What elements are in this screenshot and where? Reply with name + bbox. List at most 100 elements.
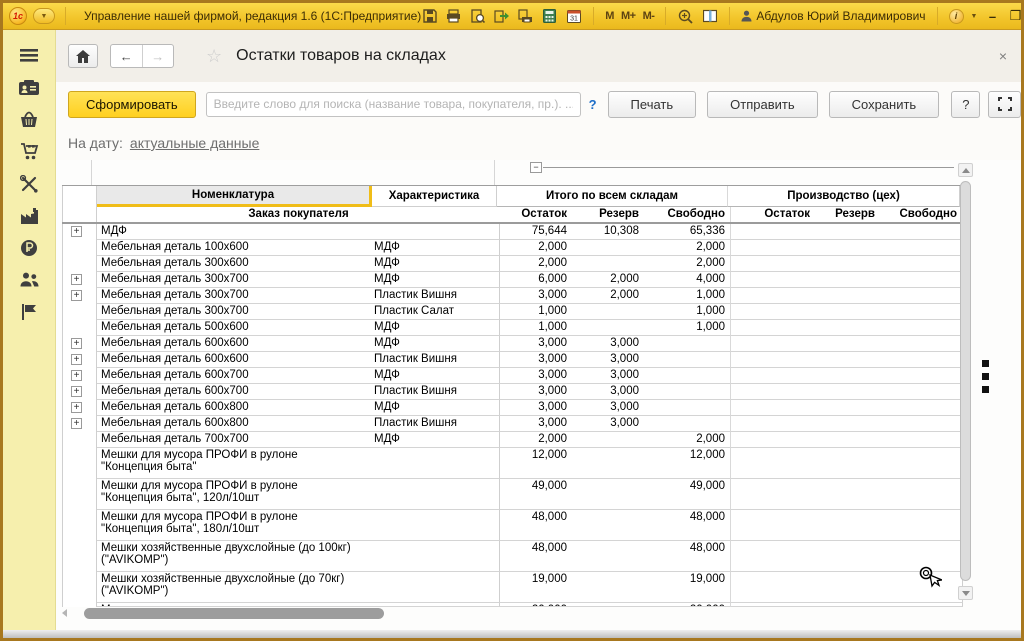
- table-row[interactable]: +Мебельная деталь 300х700Пластик Вишня3,…: [62, 288, 963, 304]
- works-tools-icon[interactable]: [19, 174, 39, 193]
- vertical-scrollbar[interactable]: [958, 163, 973, 600]
- purchases-cart-icon[interactable]: [19, 142, 39, 161]
- scroll-down-arrow[interactable]: [958, 586, 973, 600]
- search-help-link[interactable]: ?: [589, 97, 597, 112]
- table-row[interactable]: Мебельная деталь 300х700Пластик Салат1,0…: [62, 304, 963, 320]
- subheader-reserve[interactable]: Резерв: [572, 207, 644, 222]
- table-row[interactable]: Мебельная деталь 500х600МДФ1,0001,000: [62, 320, 963, 336]
- home-button[interactable]: [68, 44, 98, 68]
- table-row[interactable]: Мешки для мусора ПРОФИ в рулоне"Концепци…: [62, 510, 963, 541]
- search-input[interactable]: [206, 92, 581, 117]
- expand-plus-button[interactable]: +: [71, 402, 82, 413]
- column-group-production[interactable]: Производство (цех): [728, 186, 960, 207]
- row-header-cell: [62, 186, 97, 207]
- calculator-icon[interactable]: [541, 8, 558, 24]
- memory-m-minus-button[interactable]: M-: [643, 10, 655, 22]
- value-cell: 3,000: [500, 336, 572, 352]
- scroll-left-arrow[interactable]: [62, 609, 67, 617]
- maximize-button[interactable]: ❒: [1007, 8, 1023, 24]
- expand-plus-button[interactable]: +: [71, 354, 82, 365]
- memory-m-button[interactable]: M: [605, 10, 614, 22]
- send-button[interactable]: Отправить: [707, 91, 817, 118]
- table-row[interactable]: +МДФ1830х275075,64410,30865,336: [62, 224, 963, 240]
- date-filter-link[interactable]: актуальные данные: [130, 135, 259, 151]
- table-row[interactable]: Мешки для мусора ПРОФИ в рулоне"Концепци…: [62, 448, 963, 479]
- memory-m-plus-button[interactable]: M+: [621, 10, 636, 22]
- row-header-cell: [62, 320, 97, 336]
- value-cell: 3,000: [500, 352, 572, 368]
- calendar-icon[interactable]: 31: [565, 8, 582, 24]
- column-header-characteristic[interactable]: Характеристика: [372, 186, 497, 207]
- vertical-scroll-thumb[interactable]: [960, 181, 971, 581]
- form-close-icon[interactable]: ×: [999, 48, 1007, 64]
- company-flag-icon[interactable]: [19, 302, 39, 321]
- sales-basket-icon[interactable]: [19, 110, 39, 129]
- favorite-star-icon[interactable]: ☆: [206, 46, 222, 67]
- info-icon[interactable]: i: [949, 9, 964, 24]
- subheader-stock[interactable]: Остаток: [731, 207, 815, 222]
- expand-plus-button[interactable]: +: [71, 370, 82, 381]
- table-row[interactable]: +Мебельная деталь 600х800МДФ3,0003,000: [62, 400, 963, 416]
- expand-plus-button[interactable]: +: [71, 418, 82, 429]
- save-icon[interactable]: [421, 8, 438, 24]
- table-row[interactable]: +Мебельная деталь 300х700МДФ6,0002,0004,…: [62, 272, 963, 288]
- subheader-free[interactable]: Свободно: [644, 207, 731, 222]
- table-row[interactable]: Мешки для мусора ПРОФИ в рулоне"Концепци…: [62, 479, 963, 510]
- table-row[interactable]: Мебельная деталь 700х700МДФ2,0002,000: [62, 432, 963, 448]
- split-view-icon[interactable]: [701, 8, 718, 24]
- fullscreen-button[interactable]: [988, 91, 1021, 118]
- characteristic-cell: МДФ: [372, 336, 500, 352]
- info-caret-icon[interactable]: ▼: [971, 13, 978, 20]
- save-button[interactable]: Сохранить: [829, 91, 940, 118]
- expand-plus-button[interactable]: +: [71, 274, 82, 285]
- column-group-total-warehouses[interactable]: Итого по всем складам: [497, 186, 728, 207]
- column-group-collapse-button[interactable]: −: [530, 162, 542, 173]
- money-ruble-icon[interactable]: [19, 238, 39, 257]
- subheader-free[interactable]: Свободно: [880, 207, 963, 222]
- subheader-reserve[interactable]: Резерв: [815, 207, 880, 222]
- zoom-icon[interactable]: [677, 8, 694, 24]
- export-icon[interactable]: [493, 8, 510, 24]
- table-row[interactable]: Мебельная деталь 100х600МДФ2,0002,000: [62, 240, 963, 256]
- column-header-nomenclature[interactable]: Номенклатура: [97, 186, 372, 207]
- table-row[interactable]: +Мебельная деталь 600х600МДФ3,0003,000: [62, 336, 963, 352]
- production-factory-icon[interactable]: [19, 206, 39, 225]
- contacts-card-icon[interactable]: [19, 78, 39, 97]
- column-header-customer-order[interactable]: Заказ покупателя: [97, 207, 500, 222]
- table-row[interactable]: +Мебельная деталь 600х700Пластик Вишня3,…: [62, 384, 963, 400]
- subheader-stock[interactable]: Остаток: [500, 207, 572, 222]
- table-row[interactable]: Мебельная деталь 300х600МДФ2,0002,000: [62, 256, 963, 272]
- value-cell: [731, 510, 815, 541]
- current-user[interactable]: Абдулов Юрий Владимирович: [741, 9, 925, 23]
- personnel-people-icon[interactable]: [19, 270, 39, 289]
- minimize-button[interactable]: –: [984, 9, 1000, 24]
- print-icon[interactable]: [445, 8, 462, 24]
- scroll-up-arrow[interactable]: [958, 163, 973, 177]
- expand-plus-button[interactable]: +: [71, 290, 82, 301]
- print-preview-icon[interactable]: [469, 8, 486, 24]
- sidebar: [3, 30, 56, 630]
- row-header-cell: [62, 479, 97, 510]
- table-row[interactable]: +Мебельная деталь 600х600Пластик Вишня3,…: [62, 352, 963, 368]
- horizontal-scroll-thumb[interactable]: [84, 608, 384, 619]
- toolbar: Сформировать ? Печать Отправить Сохранит…: [56, 82, 1021, 126]
- characteristic-cell: МДФ: [372, 240, 500, 256]
- expand-plus-button[interactable]: +: [71, 386, 82, 397]
- main-menu-dropdown[interactable]: ▼: [33, 8, 55, 24]
- table-row[interactable]: +Мебельная деталь 600х700МДФ3,0003,000: [62, 368, 963, 384]
- help-button[interactable]: ?: [951, 91, 980, 118]
- expand-plus-button[interactable]: +: [71, 226, 82, 237]
- value-cell: [644, 416, 731, 432]
- splitter-handle[interactable]: [982, 360, 990, 399]
- menu-icon[interactable]: [19, 46, 39, 65]
- send-file-icon[interactable]: [517, 8, 534, 24]
- expand-plus-button[interactable]: +: [71, 338, 82, 349]
- table-row[interactable]: Мешки хозяйственные двухслойные (до 70кг…: [62, 572, 963, 603]
- horizontal-scrollbar[interactable]: [62, 606, 963, 621]
- table-row[interactable]: Мешки хозяйственные двухслойные (до 100к…: [62, 541, 963, 572]
- table-row[interactable]: +Мебельная деталь 600х800Пластик Вишня3,…: [62, 416, 963, 432]
- back-button[interactable]: ←: [111, 45, 143, 67]
- forward-button[interactable]: →: [143, 45, 174, 67]
- print-button[interactable]: Печать: [608, 91, 697, 118]
- generate-button[interactable]: Сформировать: [68, 91, 196, 118]
